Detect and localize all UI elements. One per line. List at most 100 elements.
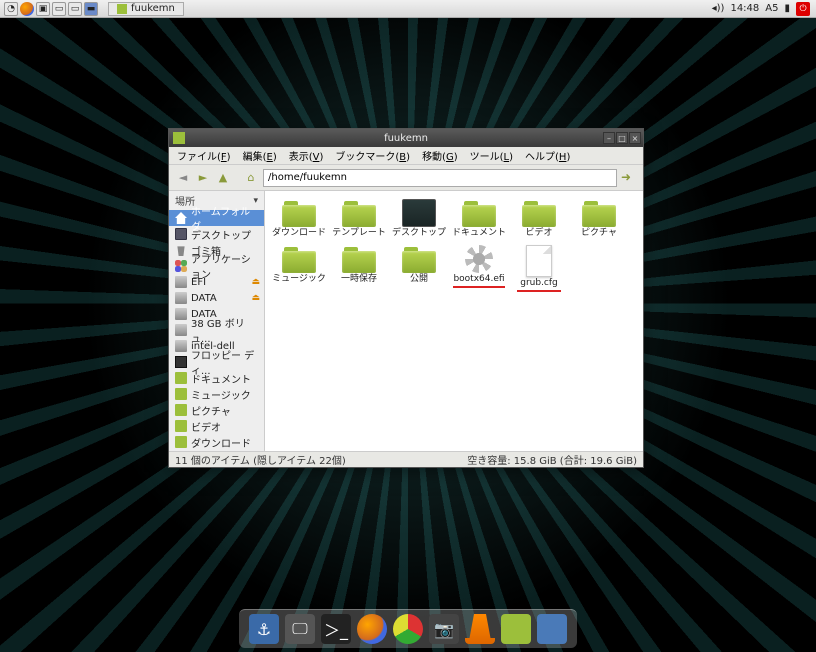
folder-icon	[175, 372, 187, 384]
sidebar-label: ダウンロード	[191, 435, 251, 450]
ime-indicator[interactable]: A5	[765, 3, 778, 14]
folder-icon	[117, 4, 127, 14]
sidebar-item-12[interactable]: ピクチャ	[169, 402, 264, 418]
file-manager-window: fuukemn – □ × ファイル(F) 編集(E) 表示(V) ブックマーク(B)…	[168, 128, 644, 468]
file-label: ミュージック	[272, 275, 326, 285]
toolbar: ◄ ► ▲ ⌂ ➜	[169, 165, 643, 191]
dock-monitor-icon[interactable]: 🖵	[285, 614, 315, 644]
go-button[interactable]: ➜	[621, 170, 637, 186]
app-icon-1[interactable]: ▣	[36, 2, 50, 16]
app-icon-2[interactable]: ▭	[52, 2, 66, 16]
eject-icon[interactable]: ⏏	[251, 293, 260, 303]
sidebar-label: ミュージック	[191, 387, 251, 402]
file-item-8[interactable]: 公開	[389, 245, 449, 292]
folder-icon	[282, 245, 316, 273]
file-item-10[interactable]: grub.cfg	[509, 245, 569, 292]
file-item-2[interactable]: デスクトップ	[389, 199, 449, 239]
file-label: 公開	[410, 275, 428, 285]
sidebar-item-5[interactable]: DATA ⏏	[169, 290, 264, 306]
path-input[interactable]	[263, 169, 617, 187]
menu-b[interactable]: ブックマーク(B)	[335, 148, 410, 163]
folder-icon	[582, 199, 616, 227]
home-button[interactable]: ⌂	[243, 170, 259, 186]
sidebar-label: DATA	[191, 293, 217, 304]
menu-g[interactable]: 移動(G)	[422, 148, 458, 163]
maximize-button[interactable]: □	[616, 132, 628, 144]
status-free: 空き容量: 15.8 GiB (合計: 19.6 GiB)	[467, 452, 637, 467]
desktop-icon	[402, 199, 436, 227]
sidebar-item-13[interactable]: ビデオ	[169, 418, 264, 434]
sidebar-item-1[interactable]: デスクトップ	[169, 226, 264, 242]
disk-icon	[175, 276, 187, 288]
dock-camera-icon[interactable]: 📷	[429, 614, 459, 644]
menu-h[interactable]: ヘルプ(H)	[525, 148, 570, 163]
volume-icon[interactable]: ◂))	[712, 3, 725, 14]
dock-anchor-icon[interactable]: ⚓	[249, 614, 279, 644]
close-button[interactable]: ×	[629, 132, 641, 144]
file-item-9[interactable]: bootx64.efi	[449, 245, 509, 292]
file-item-0[interactable]: ダウンロード	[269, 199, 329, 239]
home-sel-icon	[175, 212, 187, 224]
status-items: 11 個のアイテム (隠しアイテム 22個)	[175, 452, 346, 467]
dock-vlc-icon[interactable]	[465, 614, 495, 644]
menu-l[interactable]: ツール(L)	[470, 148, 513, 163]
minimize-button[interactable]: –	[603, 132, 615, 144]
folder-icon	[282, 199, 316, 227]
file-label: テンプレート	[332, 229, 386, 239]
up-button[interactable]: ▲	[215, 170, 231, 186]
folder-icon	[402, 245, 436, 273]
file-item-1[interactable]: テンプレート	[329, 199, 389, 239]
dock-draw-icon[interactable]	[537, 614, 567, 644]
sidebar-item-4[interactable]: EFI ⏏	[169, 274, 264, 290]
folder-icon	[175, 436, 187, 448]
taskbar-fuukemn[interactable]: fuukemn	[108, 2, 184, 16]
file-label: ダウンロード	[272, 229, 326, 239]
titlebar[interactable]: fuukemn – □ ×	[169, 129, 643, 147]
dock-chrome-icon[interactable]	[393, 614, 423, 644]
folder-icon	[462, 199, 496, 227]
dock-note-icon[interactable]	[501, 614, 531, 644]
eject-icon[interactable]: ⏏	[251, 277, 260, 287]
file-label: grub.cfg	[517, 279, 561, 292]
sidebar-item-9[interactable]: フロッピー ディ...	[169, 354, 264, 370]
menu-icon[interactable]: ◔	[4, 2, 18, 16]
folder-icon	[175, 404, 187, 416]
sidebar-label: EFI	[191, 277, 206, 288]
file-item-4[interactable]: ビデオ	[509, 199, 569, 239]
sidebar-item-14[interactable]: ダウンロード	[169, 434, 264, 450]
sidebar-item-7[interactable]: 38 GB ボリュ...	[169, 322, 264, 338]
menu-v[interactable]: 表示(V)	[289, 148, 324, 163]
file-icon	[526, 245, 552, 277]
menu-e[interactable]: 編集(E)	[243, 148, 277, 163]
file-item-7[interactable]: 一時保存	[329, 245, 389, 292]
menu-f[interactable]: ファイル(F)	[177, 148, 231, 163]
file-item-5[interactable]: ピクチャ	[569, 199, 629, 239]
disk-icon	[175, 308, 187, 320]
sidebar-label: ピクチャ	[191, 403, 231, 418]
menubar: ファイル(F) 編集(E) 表示(V) ブックマーク(B) 移動(G) ツール(L) ヘルプ…	[169, 147, 643, 165]
file-item-3[interactable]: ドキュメント	[449, 199, 509, 239]
shutdown-icon[interactable]: ⏻	[796, 2, 810, 16]
sidebar-label: デスクトップ	[191, 227, 251, 242]
file-label: ドキュメント	[452, 229, 506, 239]
sidebar-item-10[interactable]: ドキュメント	[169, 370, 264, 386]
content-area[interactable]: ダウンロードテンプレートデスクトップドキュメントビデオピクチャミュージック一時保…	[265, 191, 643, 451]
folder-icon	[175, 420, 187, 432]
battery-icon[interactable]: ▮	[784, 3, 790, 14]
sidebar-item-11[interactable]: ミュージック	[169, 386, 264, 402]
sidebar-item-3[interactable]: アプリケーション	[169, 258, 264, 274]
dock-terminal-icon[interactable]: ＞_	[321, 614, 351, 644]
sidebar-label: ドキュメント	[191, 371, 251, 386]
file-item-6[interactable]: ミュージック	[269, 245, 329, 292]
firefox-panel-icon[interactable]	[20, 2, 34, 16]
app-icon-4[interactable]: ▬	[84, 2, 98, 16]
file-label: デスクトップ	[392, 229, 446, 239]
clock[interactable]: 14:48	[730, 3, 759, 14]
dock-firefox-icon[interactable]	[357, 614, 387, 644]
sidebar-item-0[interactable]: ホームフォルダ	[169, 210, 264, 226]
disk-icon	[175, 292, 187, 304]
forward-button[interactable]: ►	[195, 170, 211, 186]
sidebar-label: ビデオ	[191, 419, 221, 434]
back-button[interactable]: ◄	[175, 170, 191, 186]
app-icon-3[interactable]: ▭	[68, 2, 82, 16]
